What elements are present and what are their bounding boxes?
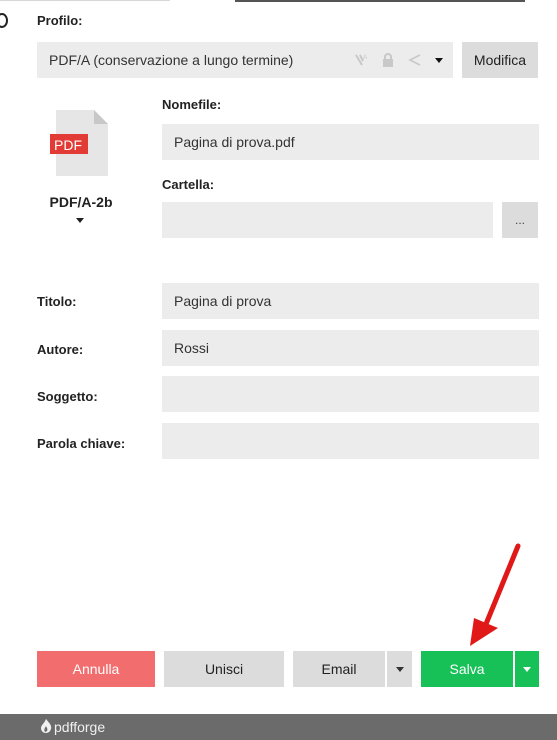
flame-icon [40, 718, 52, 736]
folder-label: Cartella: [162, 177, 215, 192]
cropped-glyph [0, 13, 8, 28]
filename-input[interactable]: Pagina di prova.pdf [162, 124, 539, 160]
profile-label: Profilo: [37, 13, 83, 28]
profile-dropdown[interactable]: PDF/A (conservazione a lungo termine) A [37, 42, 453, 78]
email-dropdown-button[interactable] [387, 651, 412, 687]
footer-bar: pdfforge [0, 714, 557, 740]
share-icon [407, 52, 423, 68]
filename-label: Nomefile: [162, 97, 222, 112]
folder-input[interactable] [162, 202, 493, 238]
edit-profile-button[interactable]: Modifica [462, 42, 538, 78]
browse-folder-button[interactable]: ... [502, 202, 538, 238]
title-input[interactable]: Pagina di prova [162, 283, 539, 319]
email-button[interactable]: Email [293, 651, 385, 687]
pdf-icon-label: PDF [54, 137, 82, 153]
svg-text:A: A [363, 55, 367, 61]
save-dropdown-button[interactable] [515, 651, 539, 687]
cancel-button[interactable]: Annulla [37, 651, 155, 687]
pdf-file-icon: PDF [50, 110, 108, 176]
subject-label: Soggetto: [37, 389, 98, 404]
top-divider [0, 0, 557, 3]
pdf-type-selector[interactable]: PDF/A-2b [44, 194, 118, 210]
profile-value: PDF/A (conservazione a lungo termine) [49, 52, 294, 68]
keywords-input[interactable] [162, 423, 539, 459]
chevron-down-icon [523, 666, 531, 672]
title-label: Titolo: [37, 294, 77, 309]
author-input[interactable]: Rossi [162, 330, 539, 366]
signature-icon: A [353, 52, 369, 68]
chevron-down-icon [435, 57, 443, 63]
pdfforge-logo[interactable]: pdfforge [40, 718, 106, 736]
chevron-down-icon [395, 666, 404, 672]
pdf-type-chevron-icon[interactable] [76, 218, 84, 223]
brand-name: pdfforge [54, 719, 106, 735]
annotation-arrow-icon [460, 540, 530, 652]
save-button[interactable]: Salva [421, 651, 513, 687]
merge-button[interactable]: Unisci [164, 651, 284, 687]
lock-icon [381, 52, 395, 68]
author-label: Autore: [37, 342, 84, 357]
subject-input[interactable] [162, 376, 539, 412]
keywords-label: Parola chiave: [37, 436, 126, 451]
